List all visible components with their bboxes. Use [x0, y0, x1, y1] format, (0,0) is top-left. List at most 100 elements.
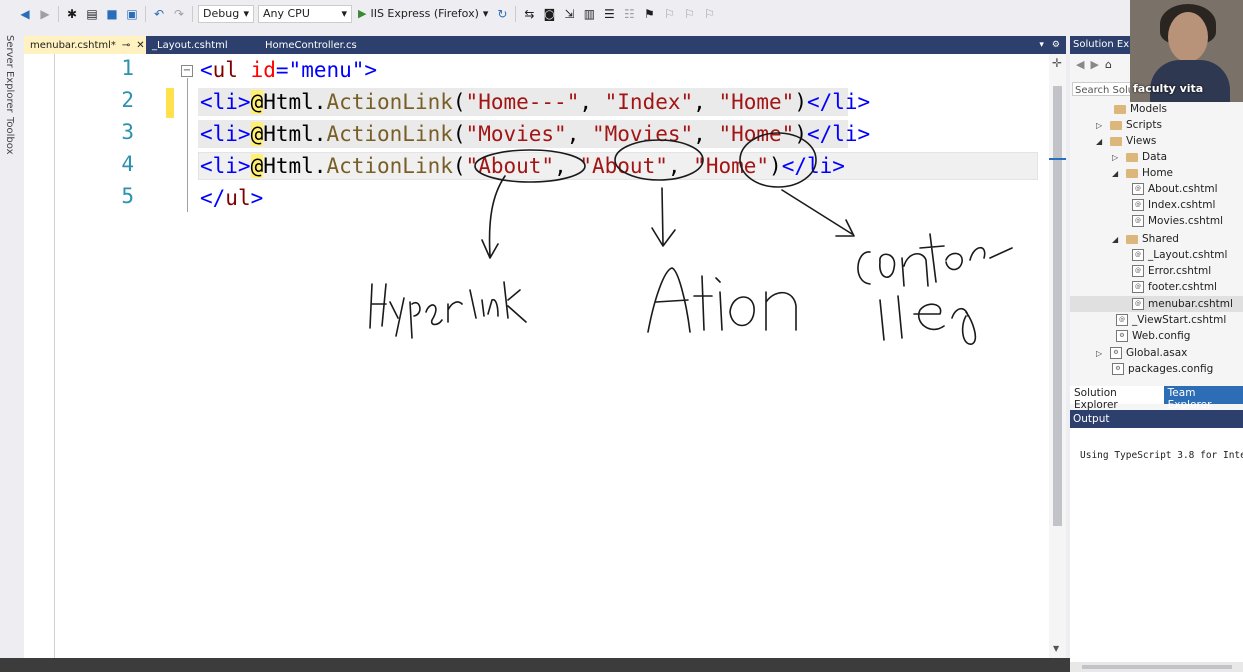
comment-icon[interactable]: ☰ [600, 5, 618, 23]
tab-solution-explorer[interactable]: Solution Explorer [1070, 386, 1164, 411]
screenshot-icon[interactable]: ◙ [540, 5, 558, 23]
tree-item-global[interactable]: ▷ ⚙ Global.asax [1096, 345, 1187, 361]
code-editor[interactable]: − 1 2 3 4 5 <ul id="menu"> <li>@Html.Act… [24, 54, 1049, 658]
browser-link-icon[interactable]: ⇆ [520, 5, 538, 23]
tree-item-index[interactable]: @ Index.cshtml [1132, 197, 1215, 213]
output-hscroll-thumb[interactable] [1082, 665, 1232, 669]
tree-item-footer[interactable]: @ footer.cshtml [1132, 279, 1217, 295]
pin-icon[interactable]: ⊸ [122, 40, 130, 51]
refresh-icon[interactable]: ↻ [493, 5, 511, 23]
comma: , [693, 122, 719, 146]
expand-arrow-icon[interactable]: ▷ [1096, 121, 1106, 130]
bookmark-icon[interactable]: ⚑ [640, 5, 658, 23]
tree-item-shared[interactable]: ◢ Shared [1112, 231, 1179, 247]
tree-item-scripts[interactable]: ▷ Scripts [1096, 117, 1162, 133]
tree-item-packages[interactable]: ⚙ packages.config [1112, 361, 1213, 377]
uncomment-icon[interactable]: ☷ [620, 5, 638, 23]
razor-file-icon: @ [1132, 281, 1144, 293]
scrollbar-thumb[interactable] [1053, 86, 1062, 526]
tab-label: HomeController.cs [265, 39, 357, 51]
expand-arrow-icon[interactable]: ▷ [1112, 153, 1122, 162]
platform-select[interactable]: Any CPU ▾ [258, 4, 352, 23]
editor-vertical-scrollbar[interactable]: ✛ ▼ [1049, 54, 1066, 658]
save-all-icon[interactable]: ▣ [123, 5, 141, 23]
method-name: ActionLink [326, 122, 453, 146]
clear-bookmarks-icon[interactable]: ⚐ [700, 5, 718, 23]
tab-team-explorer[interactable]: Team Explorer [1163, 386, 1243, 411]
output-window[interactable]: Using TypeScript 3.8 for Inte [1070, 428, 1243, 672]
folder-open-icon [1126, 168, 1138, 178]
run-button[interactable]: ▶ IIS Express (Firefox) ▾ [358, 7, 488, 20]
undo-icon[interactable]: ↶ [150, 5, 168, 23]
split-icon[interactable]: ✛ [1052, 56, 1062, 70]
new-project-icon[interactable]: ✱ [63, 5, 81, 23]
tree-item-data[interactable]: ▷ Data [1112, 149, 1167, 165]
close-icon[interactable]: ✕ [136, 40, 144, 51]
back-icon[interactable]: ◀ [1076, 58, 1084, 71]
collapse-toggle-icon[interactable]: − [181, 65, 193, 77]
tab-layout[interactable]: _Layout.cshtml [146, 36, 259, 54]
config-select-value: Debug [203, 7, 240, 20]
code-line-5: </ul> [200, 184, 263, 212]
li-close-tag: </li> [806, 90, 871, 114]
right-tool-panel: Solution Exp ◀ ▶ ⌂ Search Solu Models ▷ S… [1070, 36, 1243, 672]
li-close-tag: </li> [806, 122, 871, 146]
tree-item-layout[interactable]: @ _Layout.cshtml [1132, 247, 1227, 263]
expand-arrow-icon[interactable]: ◢ [1112, 235, 1122, 244]
tree-item-movies[interactable]: @ Movies.cshtml [1132, 213, 1223, 229]
expand-arrow-icon[interactable]: ◢ [1096, 137, 1106, 146]
attr-name: id [237, 58, 276, 82]
step-icon[interactable]: ⇲ [560, 5, 578, 23]
layout-icon[interactable]: ▥ [580, 5, 598, 23]
tab-homecontroller[interactable]: HomeController.cs [259, 36, 389, 54]
string-arg: "About" [465, 154, 555, 178]
status-bar [0, 658, 1243, 672]
html-helper: Html. [263, 154, 327, 178]
tree-item-webconfig[interactable]: ⚙ Web.config [1116, 328, 1190, 344]
back-icon[interactable]: ◀ [16, 5, 34, 23]
run-target-label: IIS Express (Firefox) [370, 7, 479, 20]
tab-dropdown-icon[interactable]: ▾ [1039, 40, 1044, 50]
toolbar-divider [515, 5, 517, 22]
next-bookmark-icon[interactable]: ⚐ [680, 5, 698, 23]
tree-item-models[interactable]: Models [1100, 101, 1167, 117]
forward-icon[interactable]: ▶ [36, 5, 54, 23]
tree-item-views[interactable]: ◢ Views [1096, 133, 1156, 149]
tab-menubar[interactable]: menubar.cshtml* ⊸ ✕ [24, 36, 146, 54]
tab-label: menubar.cshtml* [30, 39, 116, 51]
open-file-icon[interactable]: ▤ [83, 5, 101, 23]
toolbox-tab[interactable]: Toolbox [4, 117, 15, 155]
save-icon[interactable]: ■ [103, 5, 121, 23]
tree-item-label: Shared [1142, 233, 1179, 245]
tree-item-viewstart[interactable]: @ _ViewStart.cshtml [1116, 312, 1226, 328]
tree-item-menubar[interactable]: @ menubar.cshtml [1070, 296, 1243, 312]
config-select[interactable]: Debug ▾ [198, 4, 254, 23]
tree-item-label: Home [1142, 167, 1174, 179]
tag-bracket: > [364, 58, 378, 82]
prev-bookmark-icon[interactable]: ⚐ [660, 5, 678, 23]
code-line-4: <li>@Html.ActionLink("About", "About", "… [200, 152, 845, 180]
forward-icon[interactable]: ▶ [1090, 58, 1098, 71]
expand-arrow-icon[interactable]: ▷ [1096, 349, 1106, 358]
settings-gear-icon[interactable]: ⚙ [1052, 40, 1060, 50]
tree-item-label: _ViewStart.cshtml [1132, 314, 1227, 326]
razor-file-icon: @ [1116, 314, 1128, 326]
tree-item-error[interactable]: @ Error.cshtml [1132, 263, 1211, 279]
code-line-2: <li>@Html.ActionLink("Home---", "Index",… [200, 88, 870, 116]
scroll-down-icon[interactable]: ▼ [1053, 644, 1059, 653]
output-hscrollbar[interactable] [1070, 662, 1243, 672]
server-explorer-tab[interactable]: Server Explorer [4, 35, 15, 113]
chevron-down-icon: ▾ [243, 7, 249, 20]
tree-item-home[interactable]: ◢ Home [1112, 165, 1173, 181]
tree-item-label: Global.asax [1126, 347, 1188, 359]
chevron-down-icon: ▾ [482, 7, 489, 20]
editor-gutter-divider [54, 54, 55, 658]
home-icon[interactable]: ⌂ [1105, 58, 1112, 71]
tree-item-about[interactable]: @ About.cshtml [1132, 181, 1218, 197]
expand-arrow-icon[interactable]: ◢ [1112, 169, 1122, 178]
redo-icon[interactable]: ↷ [170, 5, 188, 23]
presenter-face [1168, 12, 1208, 62]
li-open-tag: <li> [200, 154, 251, 178]
platform-select-value: Any CPU [263, 7, 310, 20]
line-number: 5 [121, 184, 134, 208]
